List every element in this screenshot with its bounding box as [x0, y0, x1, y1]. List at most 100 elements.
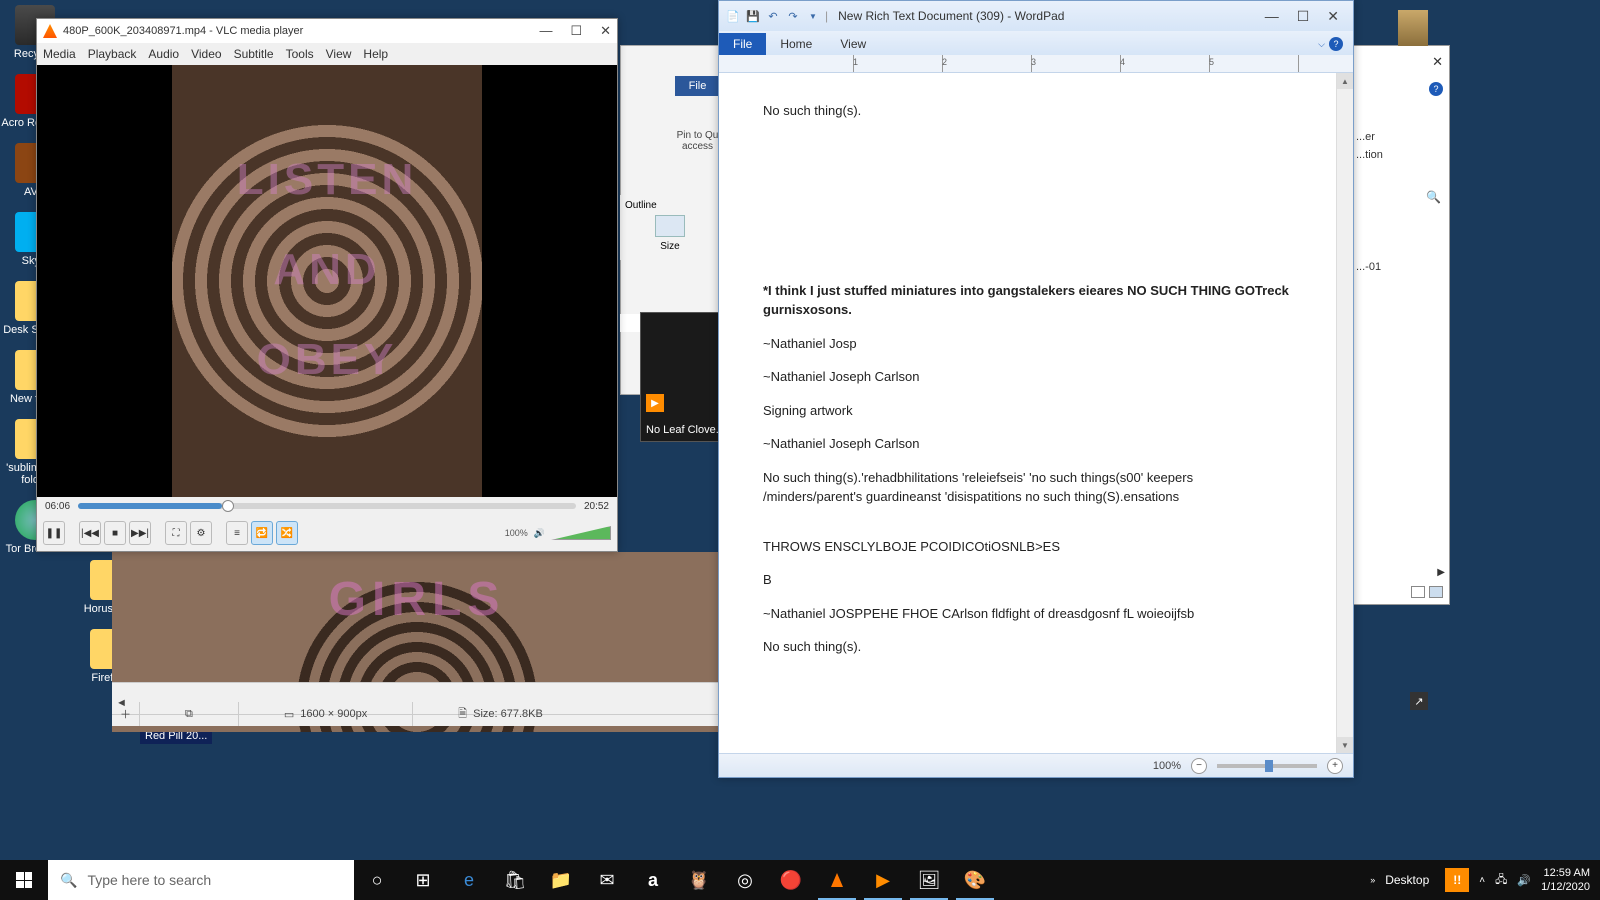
- vlc-menu-item[interactable]: Help: [363, 47, 388, 61]
- vlc-menu-item[interactable]: Video: [191, 47, 221, 61]
- wordpad-qat-dropdown-icon[interactable]: ▼: [805, 8, 821, 24]
- wordpad-paragraph[interactable]: ~Nathaniel Josp: [763, 334, 1292, 354]
- vlc-pause-button[interactable]: ❚❚: [43, 521, 65, 545]
- bg-desktop-folder-icon[interactable]: [1398, 10, 1428, 46]
- taskbar-search[interactable]: 🔍 Type here to search: [48, 860, 354, 900]
- taskbar-cortana-icon[interactable]: ○: [354, 860, 400, 900]
- tray-desktop-label[interactable]: Desktop: [1385, 873, 1435, 887]
- wordpad-scrollbar[interactable]: ▲ ▼: [1336, 73, 1353, 753]
- taskbar-photos-icon[interactable]: 🖼: [906, 860, 952, 900]
- taskbar-vlc-icon[interactable]: [814, 860, 860, 900]
- wordpad-close-button[interactable]: ✕: [1327, 8, 1339, 25]
- image-add-icon[interactable]: ＋: [112, 706, 139, 722]
- taskbar-taskview-icon[interactable]: ⊞: [400, 860, 446, 900]
- bg-word-outline[interactable]: Outline: [625, 200, 715, 211]
- vlc-seek-thumb[interactable]: [222, 500, 234, 512]
- wordpad-paragraph[interactable]: No such thing(s).: [763, 101, 1292, 121]
- wordpad-paragraph[interactable]: ~Nathaniel Joseph Carlson: [763, 434, 1292, 454]
- taskbar-tripadvisor-icon[interactable]: 🦉: [676, 860, 722, 900]
- wordpad-paragraph[interactable]: THROWS ENSCLYLBOJE PCOIDICOtiOSNLB>ES: [763, 537, 1292, 557]
- tray-network-icon[interactable]: 🖧: [1495, 871, 1507, 890]
- bg-word-size-icon[interactable]: [655, 215, 685, 237]
- vlc-menu-item[interactable]: Subtitle: [234, 47, 274, 61]
- bg-explorer-item[interactable]: ...er: [1356, 131, 1444, 143]
- wordpad-redo-icon[interactable]: ↷: [785, 8, 801, 24]
- wordpad-paragraph[interactable]: Signing artwork: [763, 401, 1292, 421]
- vlc-minimize-button[interactable]: —: [539, 23, 552, 39]
- vlc-speaker-icon[interactable]: 🔊: [534, 528, 545, 539]
- bg-explorer-scroll-right-icon[interactable]: ▶: [1437, 567, 1445, 578]
- vlc-stop-button[interactable]: ■: [104, 521, 126, 545]
- wordpad-ruler[interactable]: 1 2 3 4 5: [719, 55, 1353, 73]
- bg-music-play-icon[interactable]: ▶: [646, 394, 664, 412]
- wordpad-zoom-out-button[interactable]: −: [1191, 758, 1207, 774]
- bg-explorer-help-icon[interactable]: ?: [1429, 82, 1443, 96]
- wordpad-paragraph[interactable]: ~Nathaniel Joseph Carlson: [763, 367, 1292, 387]
- vlc-menu-item[interactable]: View: [326, 47, 352, 61]
- vlc-menu-item[interactable]: Tools: [286, 47, 314, 61]
- wordpad-app-icon[interactable]: 📄: [725, 8, 741, 24]
- bg-explorer-view2-icon[interactable]: [1429, 586, 1443, 598]
- vlc-maximize-button[interactable]: ☐: [570, 23, 582, 39]
- taskbar-app1-icon[interactable]: ◎: [722, 860, 768, 900]
- vlc-titlebar[interactable]: 480P_600K_203408971.mp4 - VLC media play…: [37, 19, 617, 43]
- vlc-fullscreen-button[interactable]: ⛶: [165, 521, 187, 545]
- vlc-menu-item[interactable]: Audio: [148, 47, 179, 61]
- bg-explorer-item[interactable]: ...-01: [1356, 261, 1444, 273]
- tray-clock[interactable]: 12:59 AM 1/12/2020: [1541, 866, 1590, 895]
- scroll-down-icon[interactable]: ▼: [1337, 737, 1353, 753]
- taskbar-store-icon[interactable]: 🛍: [492, 860, 538, 900]
- bg-explorer-view1-icon[interactable]: [1411, 586, 1425, 598]
- scroll-up-icon[interactable]: ▲: [1337, 73, 1353, 89]
- vlc-menu-item[interactable]: Playback: [88, 47, 137, 61]
- wordpad-zoom-in-button[interactable]: +: [1327, 758, 1343, 774]
- wordpad-paragraph[interactable]: ~Nathaniel JOSPPEHE FHOE CArlson fldfigh…: [763, 604, 1292, 624]
- vlc-extended-button[interactable]: ⚙: [190, 521, 212, 545]
- wordpad-paragraph[interactable]: No such thing(s).: [763, 637, 1292, 657]
- vlc-video-area[interactable]: LISTEN AND OBEY: [37, 65, 617, 497]
- vlc-menu-item[interactable]: Media: [43, 47, 76, 61]
- wordpad-paragraph[interactable]: No such thing(s).'rehadbhilitations 'rel…: [763, 468, 1292, 507]
- taskbar-edge-icon[interactable]: e: [446, 860, 492, 900]
- taskbar-app2-icon[interactable]: 🔴: [768, 860, 814, 900]
- bg-arrow-icon[interactable]: ↗: [1410, 692, 1428, 710]
- taskbar-explorer-icon[interactable]: 📁: [538, 860, 584, 900]
- bg-word-file-tab[interactable]: File: [675, 76, 720, 96]
- vlc-prev-button[interactable]: |◀◀: [79, 521, 101, 545]
- vlc-loop-button[interactable]: 🔁: [251, 521, 273, 545]
- tray-volume-icon[interactable]: 🔊: [1517, 874, 1531, 887]
- wordpad-help-icon[interactable]: ?: [1329, 37, 1343, 51]
- start-button[interactable]: [0, 860, 48, 900]
- wordpad-titlebar[interactable]: 📄 💾 ↶ ↷ ▼ | New Rich Text Document (309)…: [719, 1, 1353, 31]
- wordpad-tab-home[interactable]: Home: [766, 33, 826, 55]
- bg-word-pin[interactable]: Pin to Qu access: [675, 100, 720, 160]
- bg-explorer-close-icon[interactable]: ✕: [1432, 54, 1443, 70]
- wordpad-undo-icon[interactable]: ↶: [765, 8, 781, 24]
- vlc-shuffle-button[interactable]: 🔀: [276, 521, 298, 545]
- wordpad-zoom-slider[interactable]: [1217, 764, 1317, 768]
- image-crop-icon[interactable]: ⧉: [139, 702, 238, 726]
- vlc-close-button[interactable]: ✕: [600, 23, 611, 39]
- wordpad-document[interactable]: No such thing(s). *I think I just stuffed…: [719, 73, 1336, 753]
- wordpad-minimize-button[interactable]: —: [1265, 8, 1279, 25]
- bg-explorer-search-icon[interactable]: 🔍: [1426, 190, 1441, 204]
- taskbar-mail-icon[interactable]: ✉: [584, 860, 630, 900]
- tray-notification-icon[interactable]: !!: [1445, 868, 1469, 892]
- wordpad-tab-file[interactable]: File: [719, 33, 766, 55]
- taskbar-paint-icon[interactable]: 🎨: [952, 860, 998, 900]
- vlc-seekbar[interactable]: 06:06 20:52: [37, 497, 617, 515]
- wordpad-save-icon[interactable]: 💾: [745, 8, 761, 24]
- wordpad-paragraph[interactable]: *I think I just stuffed miniatures into …: [763, 281, 1292, 320]
- wordpad-paragraph[interactable]: B: [763, 570, 1292, 590]
- wordpad-ribbon-toggle-icon[interactable]: ⌵: [1318, 39, 1325, 50]
- vlc-next-button[interactable]: ▶▶|: [129, 521, 151, 545]
- vlc-playlist-button[interactable]: ≡: [226, 521, 248, 545]
- vlc-volume-slider[interactable]: [551, 526, 611, 540]
- tray-overflow-icon[interactable]: »: [1370, 875, 1375, 885]
- tray-chevron-icon[interactable]: ˄: [1479, 875, 1485, 886]
- wordpad-tab-view[interactable]: View: [826, 33, 880, 55]
- bg-explorer-item[interactable]: ...tion: [1356, 149, 1444, 161]
- taskbar-amazon-icon[interactable]: a: [630, 860, 676, 900]
- wordpad-maximize-button[interactable]: ☐: [1297, 8, 1310, 25]
- taskbar-media-icon[interactable]: ▶: [860, 860, 906, 900]
